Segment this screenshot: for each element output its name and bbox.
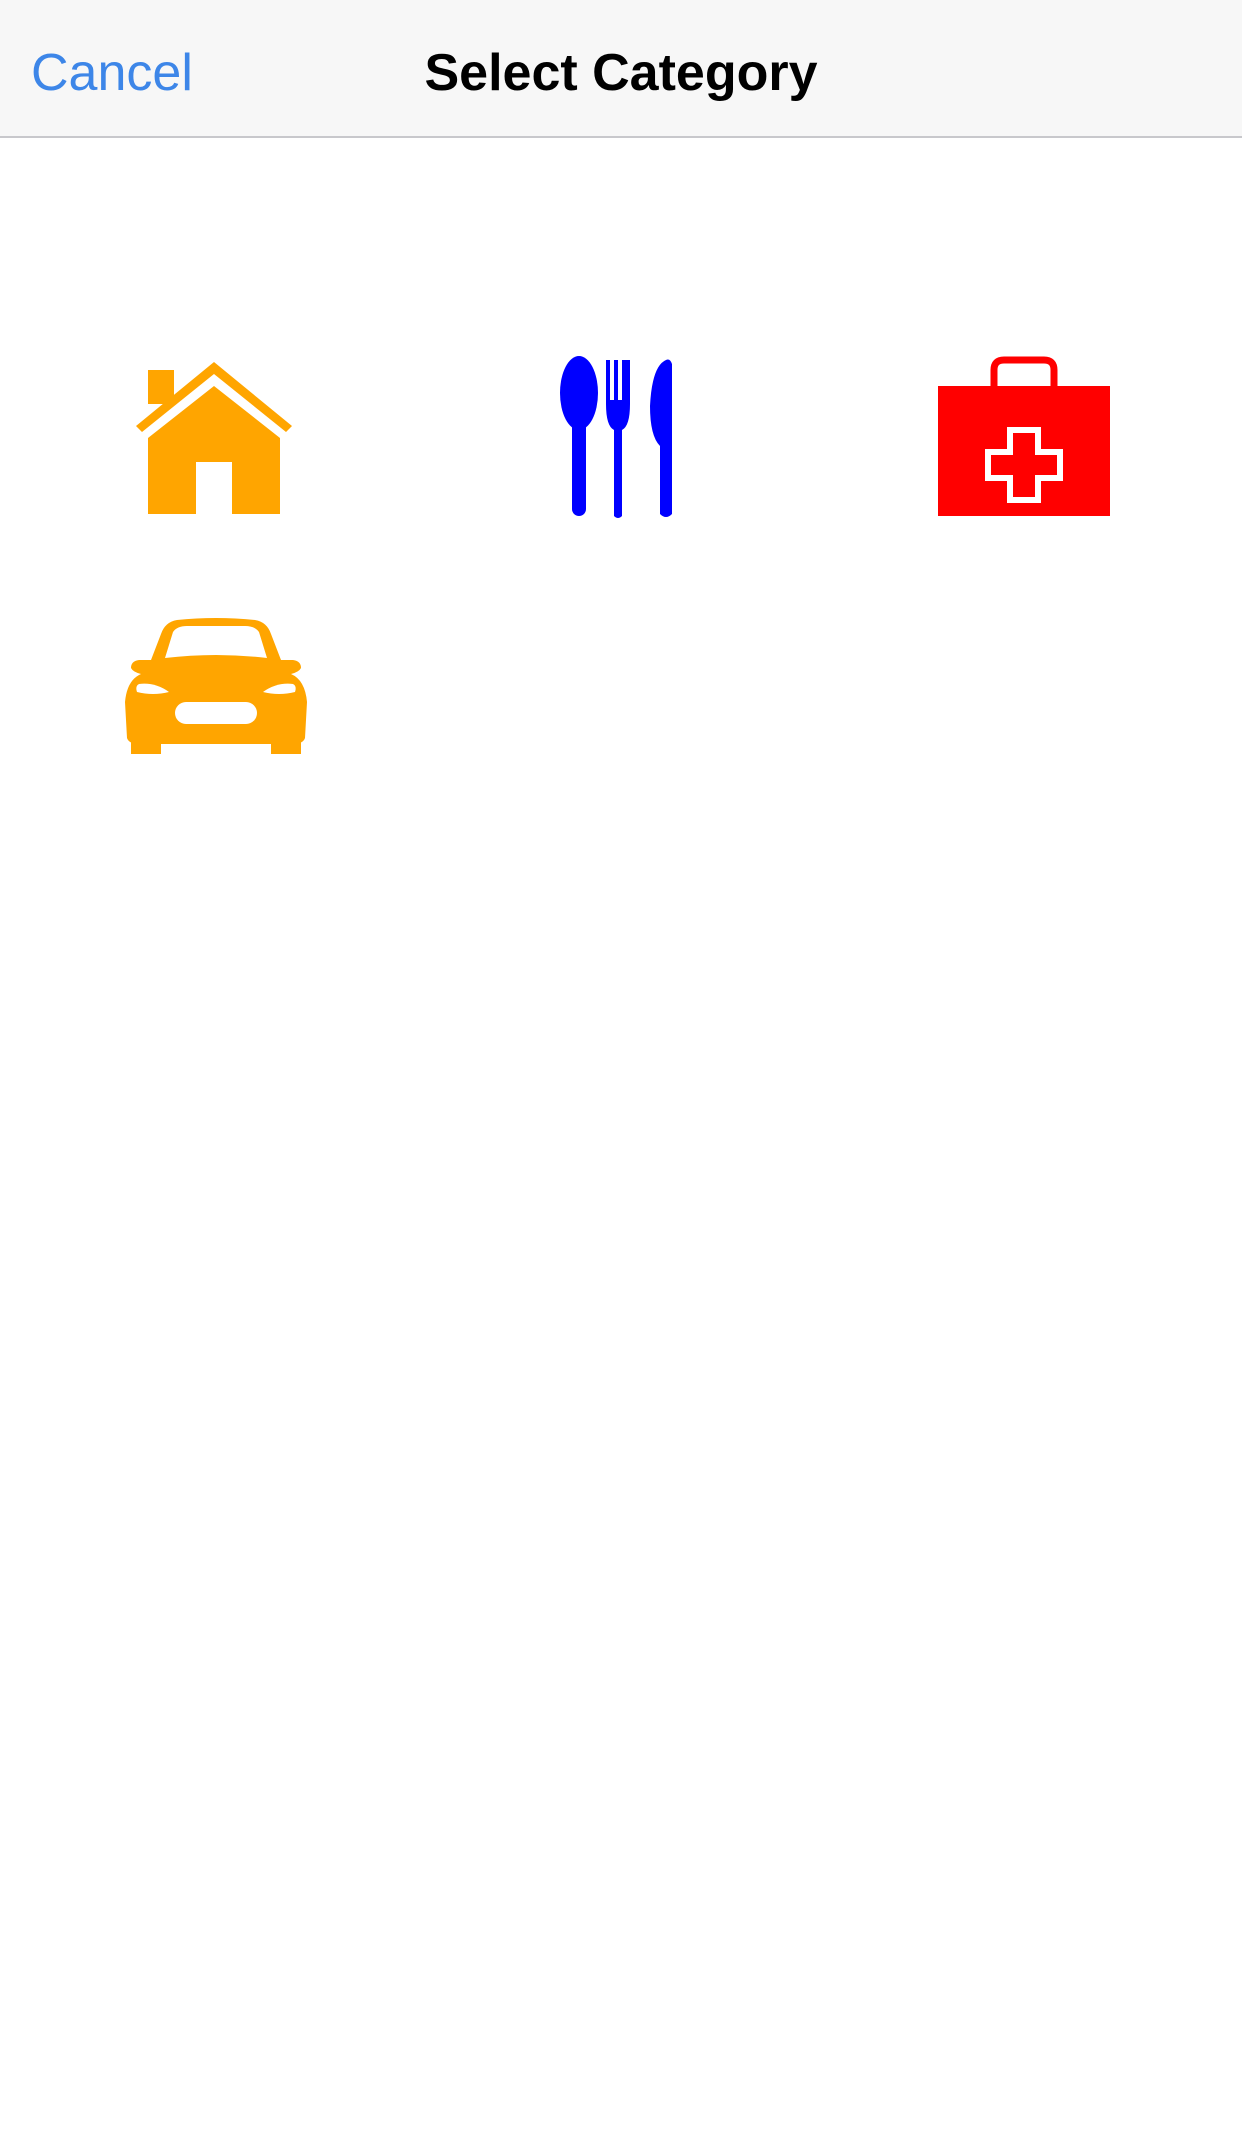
navigation-bar: Cancel Select Category [0, 0, 1242, 138]
house-icon [136, 362, 292, 514]
category-item-health[interactable] [874, 328, 1174, 548]
category-item-transport[interactable] [66, 576, 366, 796]
category-item-home[interactable] [66, 328, 366, 548]
category-item-food[interactable] [471, 328, 771, 548]
first-aid-kit-icon [938, 356, 1110, 516]
car-icon [125, 618, 307, 754]
page-title: Select Category [424, 44, 818, 102]
utensils-icon [560, 356, 672, 518]
